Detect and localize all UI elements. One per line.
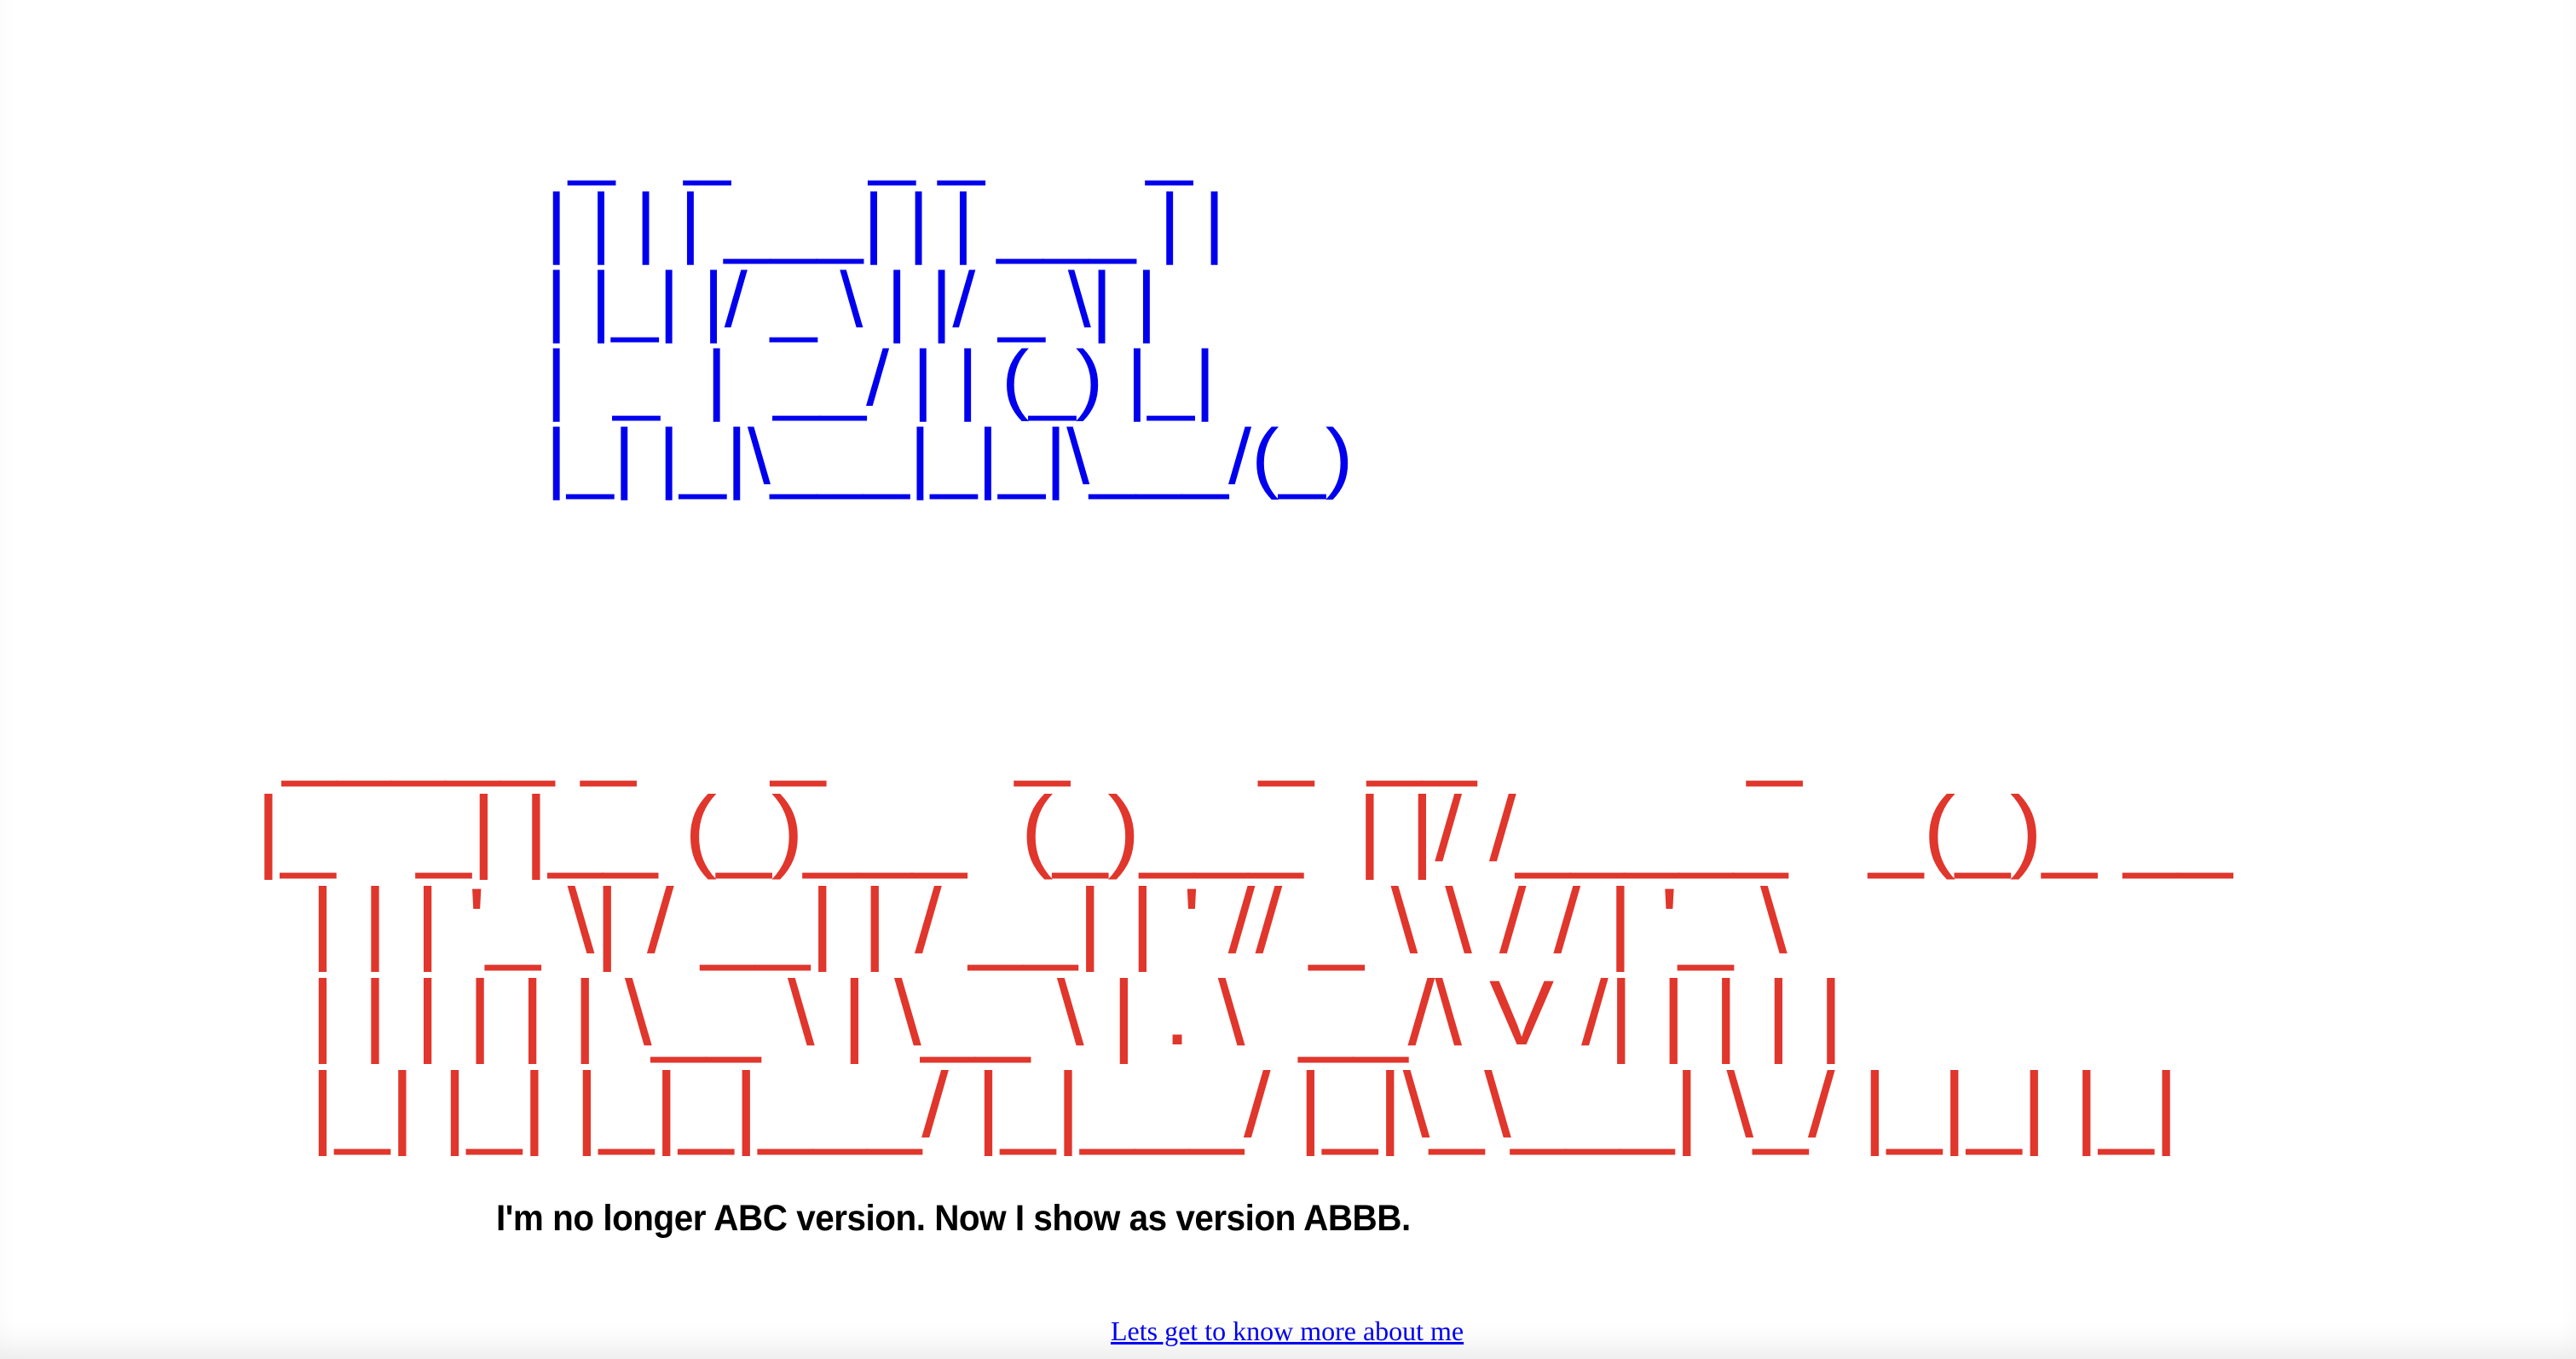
page-canvas: _ _ _ _ _ | | | | ___| | | ___ | | | |_|… bbox=[0, 0, 2576, 1359]
hello-ascii-banner: _ _ _ _ _ | | | | ___| | | ___ | | | |_|… bbox=[546, 100, 1354, 500]
version-message: I'm no longer ABC version. Now I show as… bbox=[496, 1198, 1411, 1239]
about-me-link[interactable]: Lets get to know more about me bbox=[1111, 1316, 1464, 1347]
this-is-kevin-ascii-banner: _____ _ _ _ _ __ _ |_ _| |__ (_)___ (_)_… bbox=[256, 685, 2232, 1156]
